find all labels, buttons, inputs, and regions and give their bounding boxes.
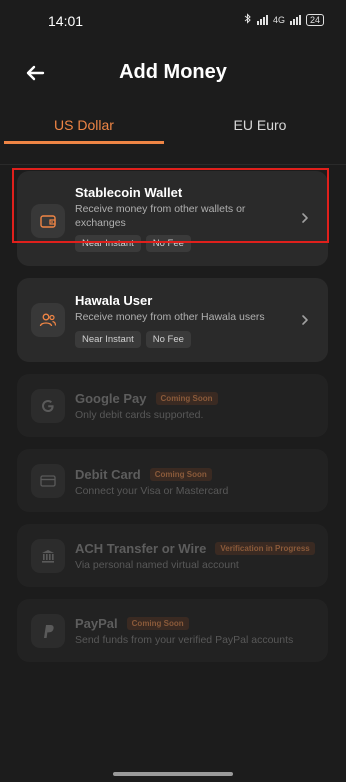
card-title: PayPal xyxy=(75,616,118,631)
status-badge: Coming Soon xyxy=(126,617,189,630)
page-title: Add Money xyxy=(119,61,227,83)
card-description: Send funds from your verified PayPal acc… xyxy=(75,634,294,646)
method-card-stablecoin-wallet[interactable]: Stablecoin Wallet Receive money from oth… xyxy=(17,171,328,266)
card-description: Only debit cards supported. xyxy=(75,409,204,421)
tabs-divider xyxy=(0,164,346,165)
chevron-right-icon xyxy=(300,313,310,327)
status-bar: 14:01 4G 24 xyxy=(0,0,346,40)
method-card-hawala-user[interactable]: Hawala User Receive money from other Haw… xyxy=(17,278,328,362)
tag-near-instant: Near Instant xyxy=(75,331,141,348)
card-title-row: Debit Card Coming Soon xyxy=(75,467,212,482)
card-title: Stablecoin Wallet xyxy=(75,185,183,200)
users-icon xyxy=(31,303,65,337)
tag-near-instant: Near Instant xyxy=(75,235,141,252)
google-icon xyxy=(31,389,65,423)
card-title: ACH Transfer or Wire xyxy=(75,541,207,556)
card-title: Hawala User xyxy=(75,293,153,308)
tag-no-fee: No Fee xyxy=(145,331,191,348)
status-badge: Coming Soon xyxy=(155,392,218,405)
header: Add Money xyxy=(0,56,346,90)
method-card-debit-card: Debit Card Coming Soon Connect your Visa… xyxy=(17,449,328,512)
card-title-row: PayPal Coming Soon xyxy=(75,616,189,631)
wallet-icon xyxy=(31,204,65,238)
card-title: Google Pay xyxy=(75,391,147,406)
card-description: Connect your Visa or Mastercard xyxy=(75,485,229,497)
chevron-right-icon xyxy=(300,211,310,225)
tab-us-dollar[interactable]: US Dollar xyxy=(4,108,164,144)
credit-card-icon xyxy=(31,464,65,498)
currency-tabs: US Dollar EU Euro xyxy=(0,108,346,144)
method-card-paypal: PayPal Coming Soon Send funds from your … xyxy=(17,599,328,662)
paypal-icon xyxy=(31,614,65,648)
card-title-row: Hawala User xyxy=(75,293,152,308)
method-card-ach-transfer: ACH Transfer or Wire Verification in Pro… xyxy=(17,524,328,587)
status-badge: Coming Soon xyxy=(149,468,212,481)
card-tags: Near Instant No Fee xyxy=(75,235,191,252)
signal-icon-2 xyxy=(289,14,301,25)
card-tags: Near Instant No Fee xyxy=(75,331,191,348)
method-card-google-pay: Google Pay Coming Soon Only debit cards … xyxy=(17,374,328,437)
network-type: 4G xyxy=(272,14,285,25)
tab-label: EU Euro xyxy=(233,117,287,133)
tab-label: US Dollar xyxy=(54,117,114,133)
card-title-row: Stablecoin Wallet xyxy=(75,185,182,200)
card-description: Receive money from other Hawala users xyxy=(75,311,265,323)
card-title-row: Google Pay Coming Soon xyxy=(75,391,218,406)
card-description: Via personal named virtual account xyxy=(75,559,239,571)
battery-icon: 24 xyxy=(305,13,324,26)
card-title: Debit Card xyxy=(75,467,141,482)
bank-icon xyxy=(31,539,65,573)
signal-icon xyxy=(256,14,268,25)
bluetooth-icon xyxy=(244,13,252,26)
tag-no-fee: No Fee xyxy=(145,235,191,252)
status-badge: Verification in Progress xyxy=(215,542,315,555)
status-time: 14:01 xyxy=(48,13,84,29)
home-indicator xyxy=(113,772,233,776)
tab-eu-euro[interactable]: EU Euro xyxy=(178,108,342,144)
card-description: Receive money from other wallets or exch… xyxy=(75,203,246,229)
card-title-row: ACH Transfer or Wire Verification in Pro… xyxy=(75,541,315,556)
status-icons: 4G 24 xyxy=(244,13,324,26)
